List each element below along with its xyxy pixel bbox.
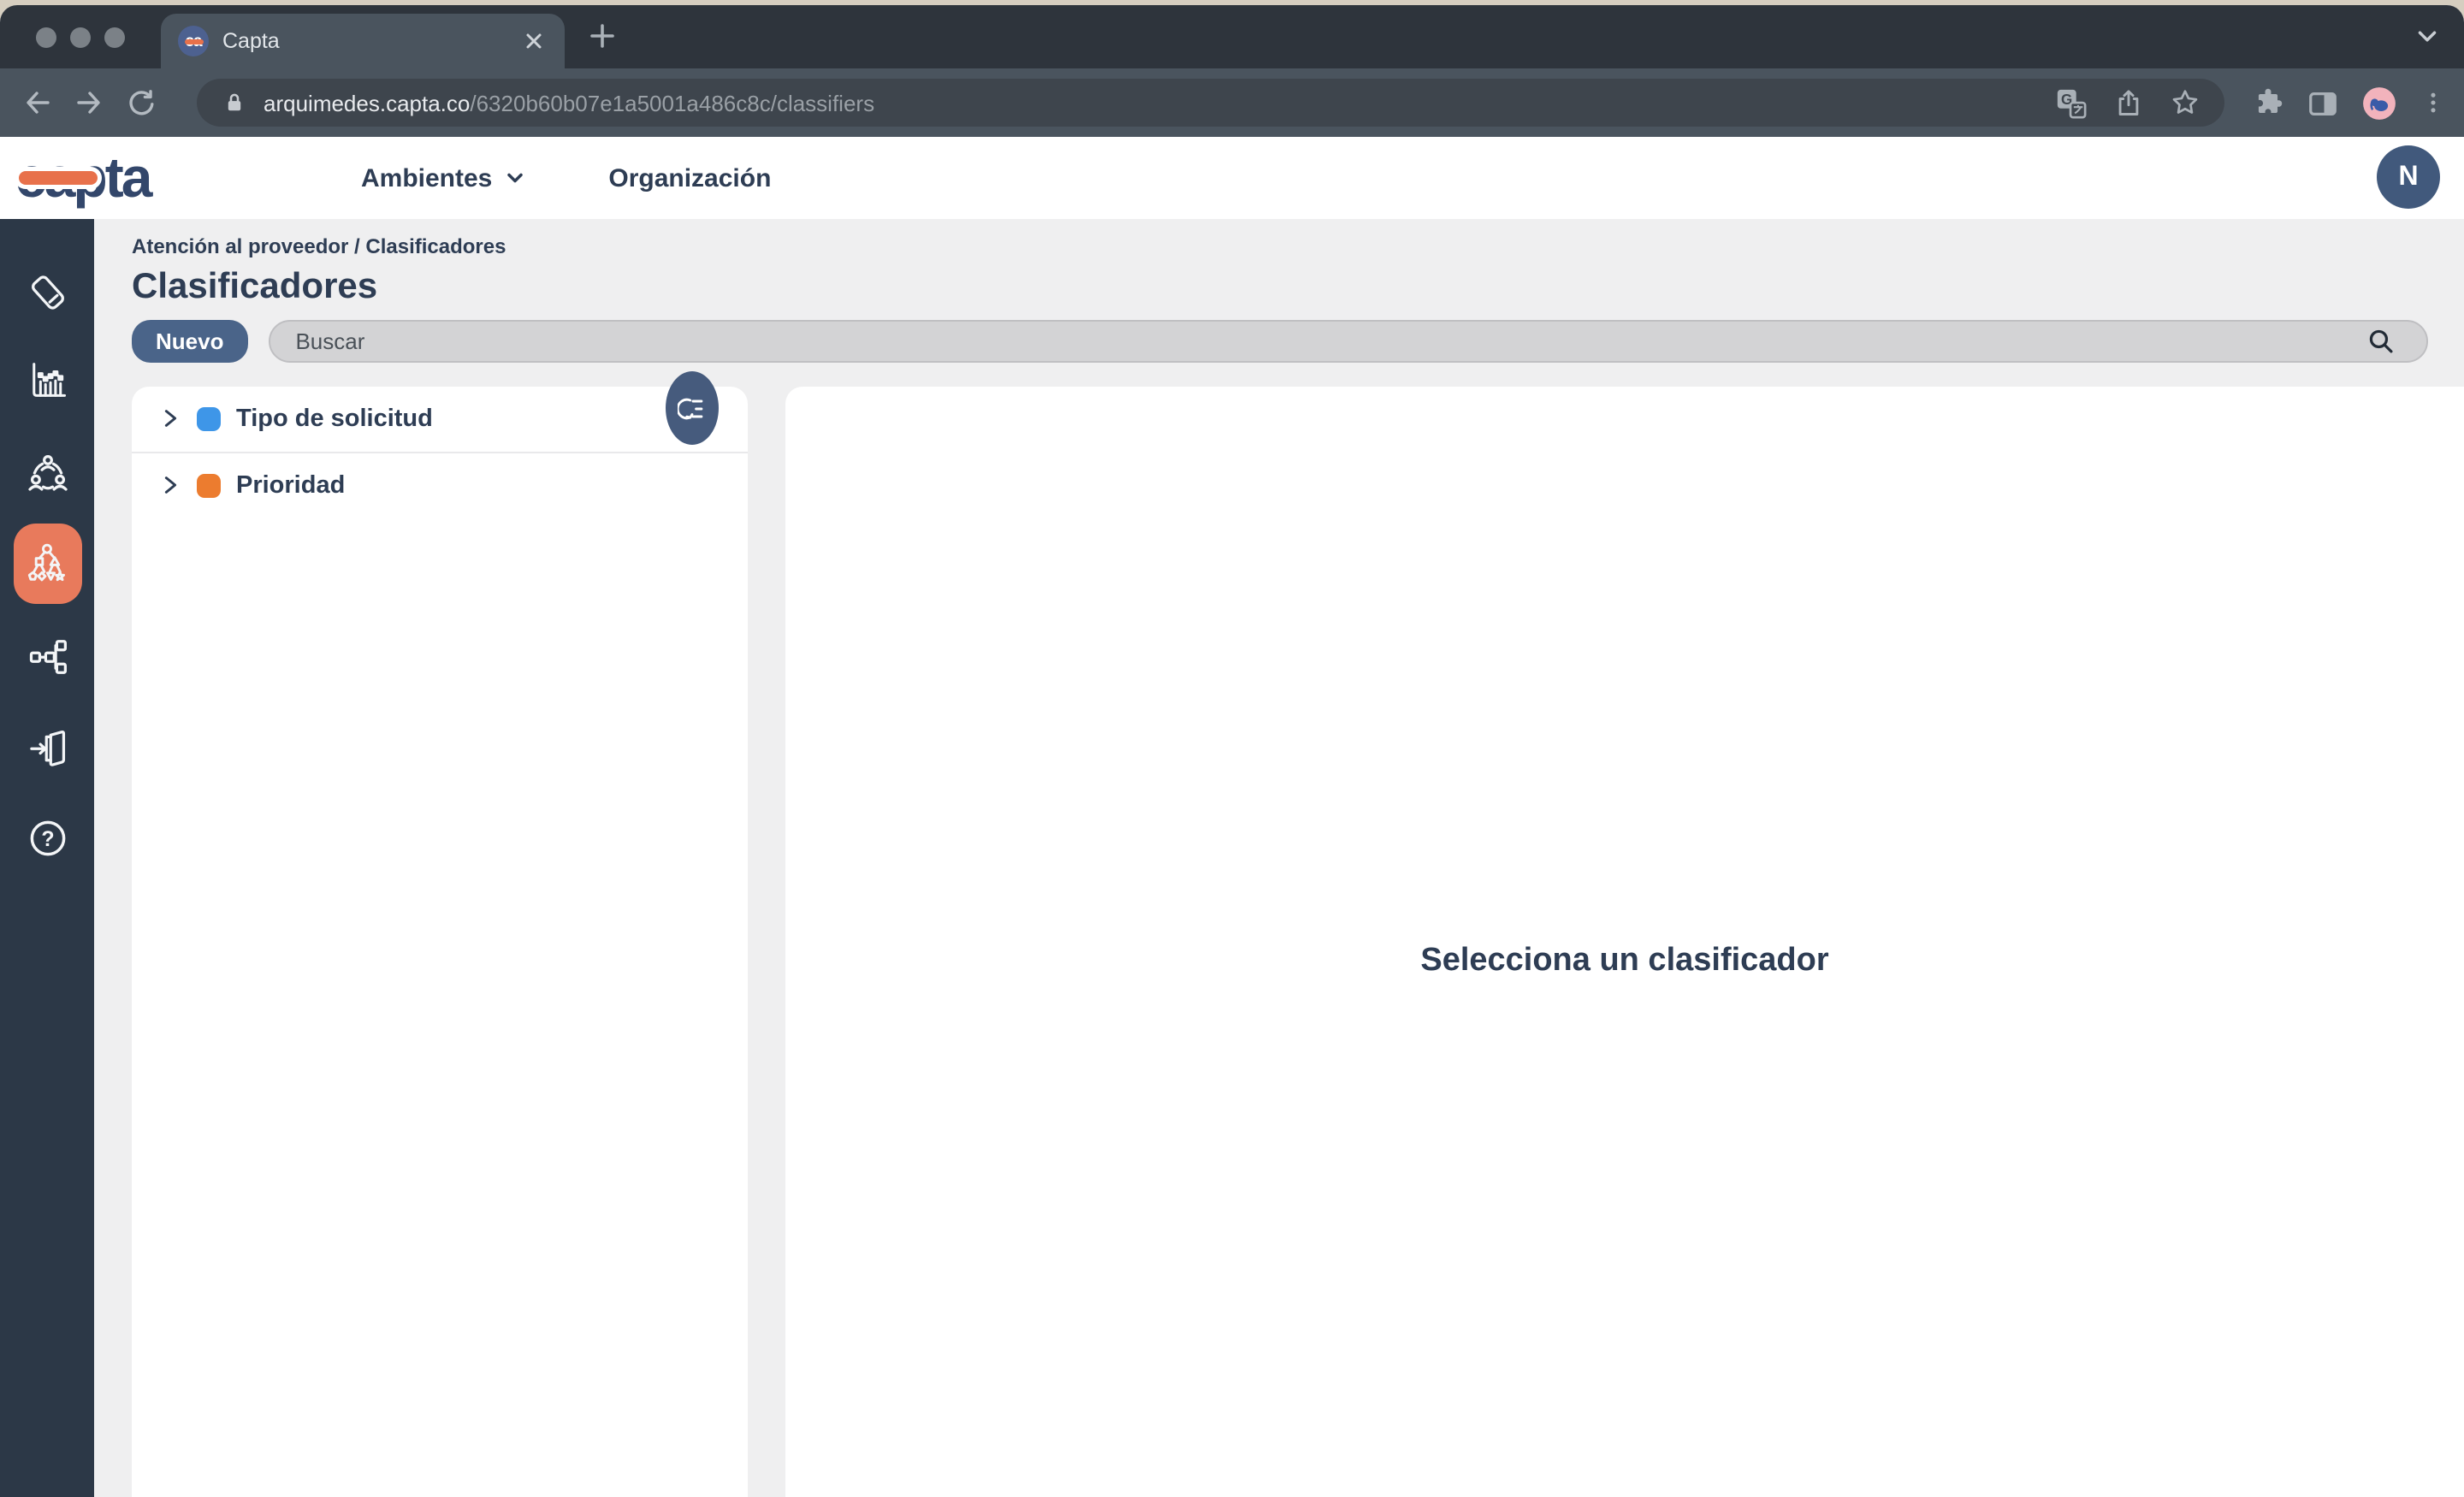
svg-text:?: ? (40, 827, 53, 851)
classifier-color-swatch (197, 473, 221, 498)
controls-row: Nuevo (132, 320, 2428, 363)
panels: Tipo de solicitud Prioridad Selecciona u… (132, 371, 2464, 1497)
ticket-icon[interactable] (25, 270, 69, 315)
capta-favicon-icon: ca (178, 26, 209, 56)
bookmark-star-icon[interactable] (2170, 87, 2200, 118)
tab-search-chevron-icon[interactable] (2411, 21, 2443, 53)
classifier-label: Prioridad (236, 471, 346, 500)
logo-orange-bar (19, 171, 98, 185)
extensions-puzzle-icon[interactable] (2252, 86, 2284, 119)
share-icon[interactable] (2113, 87, 2144, 118)
chevron-down-icon (506, 173, 523, 183)
back-icon[interactable] (21, 86, 55, 120)
chevron-right-icon[interactable] (159, 408, 181, 430)
collapse-list-button[interactable] (666, 371, 719, 445)
classifier-row-prioridad[interactable]: Prioridad (132, 453, 748, 518)
new-classifier-button[interactable]: Nuevo (132, 320, 248, 363)
classifier-tree-icon (27, 543, 66, 582)
classifier-list-panel: Tipo de solicitud Prioridad (132, 387, 748, 1497)
classifier-row-tipo-de-solicitud[interactable]: Tipo de solicitud (132, 387, 748, 453)
user-avatar[interactable]: N (2377, 145, 2440, 209)
collapse-list-icon (677, 397, 702, 419)
forward-icon[interactable] (72, 86, 106, 120)
top-navigation: Ambientes Organización (361, 163, 771, 192)
chevron-right-icon[interactable] (159, 475, 181, 497)
maximize-window-button[interactable] (104, 27, 125, 48)
exit-icon[interactable] (25, 725, 69, 770)
tab-title: Capta (222, 29, 280, 53)
empty-state-message: Selecciona un clasificador (1420, 943, 1829, 979)
desktop-background: ca Capta (0, 0, 2464, 1497)
side-panel-icon[interactable] (2307, 86, 2339, 119)
lock-icon (228, 93, 241, 111)
browser-window: ca Capta (0, 5, 2464, 1497)
browser-toolbar: arquimedes.capta.co/6320b60b07e1a5001a48… (0, 68, 2464, 137)
address-bar[interactable]: arquimedes.capta.co/6320b60b07e1a5001a48… (197, 79, 2224, 127)
help-icon[interactable]: ? (25, 816, 69, 861)
nav-item-ambientes[interactable]: Ambientes (361, 163, 526, 192)
classifier-color-swatch (197, 406, 221, 431)
search-icon (2366, 327, 2396, 356)
classifier-label: Tipo de solicitud (236, 405, 433, 433)
close-tab-icon[interactable] (520, 27, 548, 55)
url-text: arquimedes.capta.co/6320b60b07e1a5001a48… (264, 90, 875, 115)
profile-avatar-icon[interactable] (2361, 85, 2397, 121)
window-controls[interactable] (36, 27, 125, 48)
sidebar-item-classifiers-active[interactable] (13, 524, 81, 604)
chart-icon[interactable] (25, 358, 69, 402)
translate-icon[interactable]: G (2055, 86, 2088, 119)
capta-logo[interactable]: capta (15, 145, 217, 210)
main-content: Atención al proveedor / Clasificadores C… (94, 219, 2464, 1497)
browser-tab[interactable]: ca Capta (161, 14, 565, 68)
team-icon[interactable] (25, 452, 69, 496)
browser-menu-kebab-icon[interactable] (2420, 89, 2447, 116)
classifier-detail-panel: Selecciona un clasificador (785, 387, 2464, 1497)
flowchart-icon[interactable] (25, 635, 69, 679)
search-input[interactable] (268, 320, 2428, 363)
minimize-window-button[interactable] (70, 27, 91, 48)
app-header: capta Ambientes Organización N (0, 137, 2464, 219)
close-window-button[interactable] (36, 27, 56, 48)
page-title: Clasificadores (132, 267, 378, 306)
nav-item-organizacion[interactable]: Organización (608, 163, 771, 192)
tab-strip: ca Capta (0, 5, 2464, 68)
new-tab-button[interactable] (585, 19, 619, 53)
reload-icon[interactable] (123, 86, 157, 120)
app-sidebar: ? (0, 219, 94, 1497)
breadcrumb[interactable]: Atención al proveedor / Clasificadores (132, 234, 2428, 258)
